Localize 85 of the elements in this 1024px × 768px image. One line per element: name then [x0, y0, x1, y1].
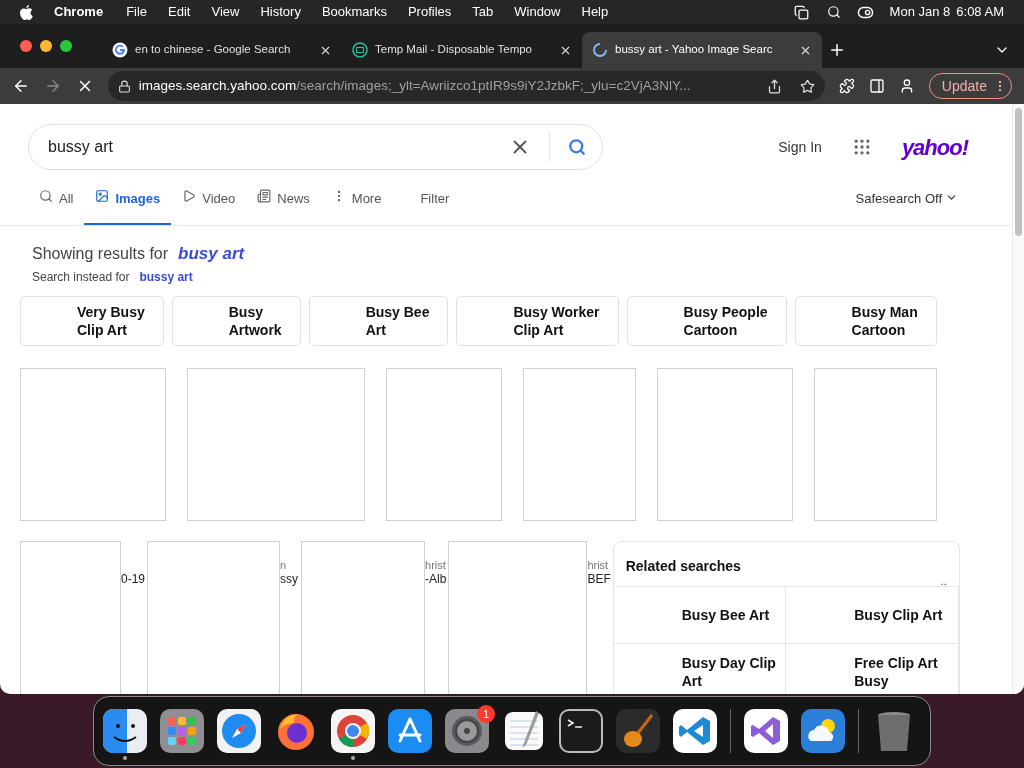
menu-item[interactable]: Edit — [168, 2, 191, 22]
suggestion-chip[interactable]: Very Busy Clip Art — [20, 295, 164, 346]
browser-tab[interactable]: en to chinese - Google Search — [102, 32, 342, 68]
spinner-icon — [592, 42, 608, 58]
terminal-icon[interactable] — [559, 709, 603, 753]
scrollbar[interactable] — [1012, 104, 1024, 694]
image-source: hrist — [425, 557, 447, 572]
suggestion-chip[interactable]: Busy Worker Clip Art — [456, 295, 619, 346]
image-icon — [95, 189, 110, 203]
menu-item[interactable]: Window — [514, 2, 561, 22]
image-title: BEF — [587, 571, 611, 586]
nav-tab[interactable]: All — [28, 189, 85, 225]
menu-item[interactable]: View — [211, 2, 240, 22]
panel-title: Related searches — [625, 556, 742, 576]
play-icon — [182, 189, 197, 203]
menu-item[interactable]: History — [260, 2, 301, 22]
url-text: images.search.yahoo.com/search/images;_ylt=Awriizco1ptIR9s9iY2JzbkF;_ylu=c2VjA3NlY... — [138, 76, 692, 95]
triangle-lines-icon[interactable] — [388, 709, 432, 753]
code-ribbon-icon[interactable] — [673, 709, 717, 753]
zoom-window-icon[interactable] — [60, 40, 72, 52]
circle-envelope-icon — [352, 42, 368, 58]
lock-icon — [117, 79, 131, 93]
image-source: hrist — [587, 557, 610, 572]
side-panel-icon[interactable] — [868, 78, 885, 94]
menu-item[interactable]: Help — [581, 2, 609, 22]
nav-tab[interactable]: Images — [84, 189, 172, 225]
image-title: ssy — [280, 571, 300, 586]
menu-date[interactable]: Mon Jan 8 — [889, 2, 951, 22]
safesearch-dropdown[interactable]: Safesearch Off — [855, 189, 958, 225]
compass-icon[interactable] — [217, 709, 261, 753]
bookmark-star-icon[interactable] — [800, 78, 815, 94]
ring-icon[interactable] — [331, 709, 375, 753]
apple-icon[interactable] — [20, 4, 33, 20]
nav-tab[interactable]: More — [320, 189, 393, 225]
correction-text: Showing results for — [32, 244, 169, 264]
filter-link[interactable]: Filter — [420, 189, 450, 225]
search-query: bussy art — [48, 137, 114, 157]
app-grid-icon[interactable] — [160, 709, 204, 753]
menu-clock[interactable]: 6:08 AM — [956, 2, 1004, 22]
browser-tab[interactable]: bussy art - Yahoo Image Searc — [582, 32, 822, 68]
cloud-sun-icon[interactable] — [801, 709, 845, 753]
menu-item[interactable]: Profiles — [407, 2, 452, 22]
nav-tab[interactable]: News — [246, 189, 321, 225]
related-search-item[interactable]: Busy Clip Art — [786, 585, 959, 643]
browser-tab[interactable]: Temp Mail - Disposable Tempo — [342, 32, 582, 68]
related-search-item[interactable]: Busy Bee Art — [613, 585, 787, 643]
suggestion-chip[interactable]: Busy Bee Art — [308, 295, 449, 346]
extensions-icon[interactable] — [839, 78, 855, 94]
original-query-link[interactable]: bussy art — [139, 267, 193, 286]
menu-item[interactable]: File — [126, 2, 148, 22]
app-menu[interactable]: Chrome — [54, 2, 104, 22]
tab-title: en to chinese - Google Search — [135, 42, 292, 58]
menu-item[interactable]: Bookmarks — [321, 2, 387, 22]
corrected-query-link[interactable]: busy art — [178, 241, 245, 267]
address-bar[interactable]: images.search.yahoo.com/search/images;_ylt=Awriizco1ptIR9s9iY2JzbkF;_ylu=c2VjA3NlY... — [107, 71, 825, 101]
search-icon — [39, 189, 53, 203]
tab-title: Temp Mail - Disposable Tempo — [375, 42, 534, 58]
notepad-icon[interactable] — [502, 709, 546, 753]
nav-tab[interactable]: Video — [171, 189, 247, 225]
back-icon[interactable] — [12, 77, 30, 95]
image-title: -Alb — [425, 571, 447, 586]
infinity-ribbon-icon[interactable] — [744, 709, 788, 753]
gear-icon[interactable] — [445, 709, 489, 753]
new-tab-icon[interactable] — [828, 41, 846, 59]
share-icon[interactable] — [767, 78, 782, 94]
original-query-text: Search instead for — [32, 268, 130, 286]
image-title: 0-19 — [121, 571, 146, 586]
tab-title: bussy art - Yahoo Image Searc — [615, 42, 774, 58]
search-icon[interactable] — [826, 5, 841, 19]
smiling-face-icon[interactable] — [103, 709, 147, 753]
more-dots[interactable]: .. — [940, 576, 947, 585]
screen-mirror-icon[interactable] — [793, 4, 809, 20]
yahoo-logo[interactable]: yahoo! — [901, 130, 968, 164]
newspaper-icon — [257, 189, 272, 203]
notification-badge: 1 — [477, 705, 495, 723]
minimize-window-icon[interactable] — [40, 40, 52, 52]
multicolor-ring-icon — [112, 42, 128, 58]
close-window-icon[interactable] — [20, 40, 32, 52]
suggestion-chip[interactable]: Busy Man Cartoon — [794, 295, 937, 346]
menu-item[interactable]: Tab — [472, 2, 494, 22]
guitar-icon[interactable] — [616, 709, 660, 753]
suggestion-chip[interactable]: Busy Artwork — [171, 295, 301, 346]
sign-in-link[interactable]: Sign In — [778, 136, 822, 158]
suggestion-chip[interactable]: Busy People Cartoon — [626, 295, 787, 346]
image-source: n — [280, 557, 288, 572]
